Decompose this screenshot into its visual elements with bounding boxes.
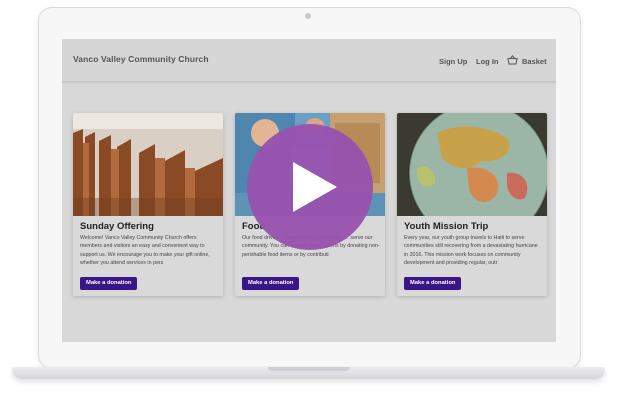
navbar: Vanco Valley Community Church Sign Up Lo…: [62, 39, 556, 82]
globe-image: [397, 113, 547, 216]
webcam: [305, 13, 311, 19]
church-pews-image: [73, 113, 223, 216]
card-sunday-offering: Sunday Offering Welcome! Vanco Valley Co…: [73, 113, 223, 296]
make-donation-button[interactable]: Make a donation: [404, 277, 462, 290]
card-title: Sunday Offering: [80, 221, 154, 232]
play-video-button[interactable]: [247, 124, 373, 250]
basket-icon[interactable]: [507, 55, 518, 65]
play-icon: [293, 162, 337, 212]
sign-up-link[interactable]: Sign Up: [439, 57, 467, 66]
site-brand[interactable]: Vanco Valley Community Church: [73, 54, 209, 64]
card-title: Youth Mission Trip: [404, 221, 489, 232]
log-in-link[interactable]: Log In: [476, 57, 499, 66]
make-donation-button[interactable]: Make a donation: [242, 277, 300, 290]
card-youth-mission-trip: Youth Mission Trip Every year, our youth…: [397, 113, 547, 296]
laptop-base-notch: [268, 367, 350, 371]
card-description: Welcome! Vanco Valley Community Church o…: [80, 235, 210, 267]
basket-link[interactable]: Basket: [522, 57, 547, 66]
card-description: Every year, our youth group travels to H…: [404, 235, 538, 267]
make-donation-button[interactable]: Make a donation: [80, 277, 138, 290]
